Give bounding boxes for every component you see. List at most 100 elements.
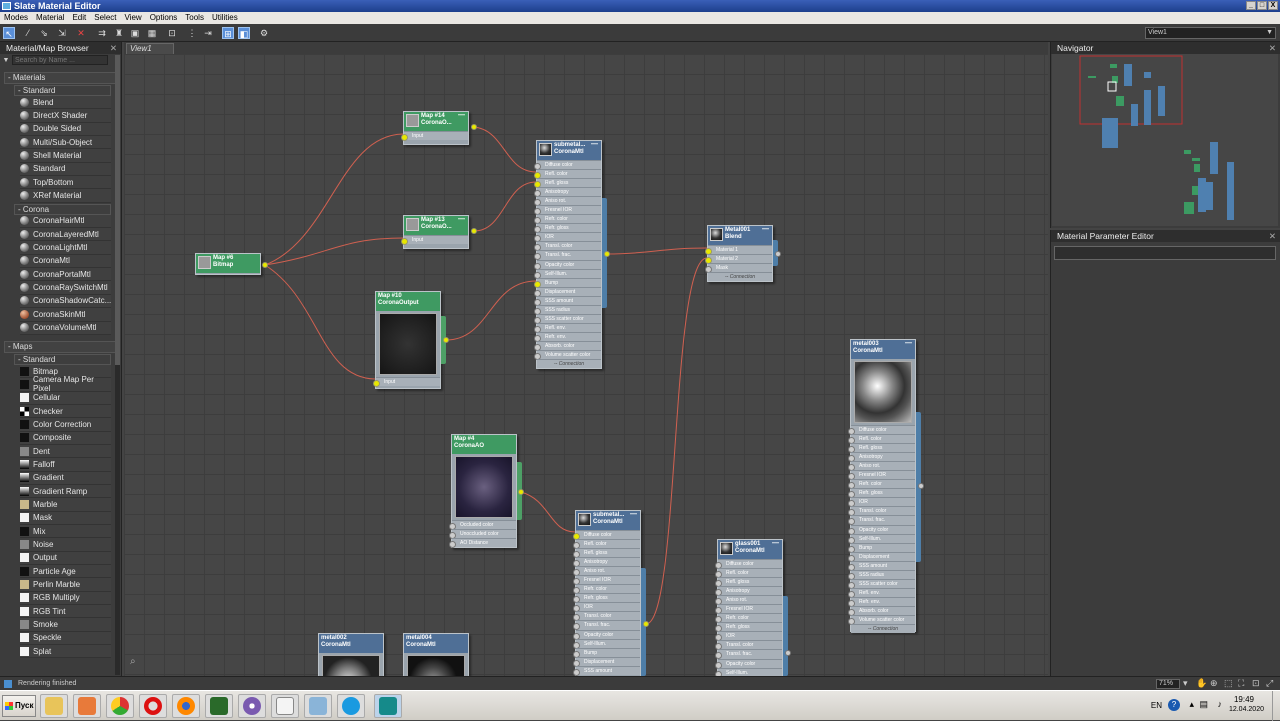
corona-material-item[interactable]: CoronaRaySwitchMtl (20, 281, 111, 295)
slot-absorb-color[interactable]: Absorb. color (534, 340, 601, 351)
slot-refl-gloss[interactable]: Refl. gloss (715, 577, 782, 588)
menu-select[interactable]: Select (90, 12, 120, 24)
slot-refr-gloss[interactable]: Refr. gloss (848, 488, 915, 499)
slot-aniso-rot[interactable]: Aniso rot. (848, 461, 915, 472)
map-item[interactable]: Particle Age (20, 565, 111, 579)
menu-utilities[interactable]: Utilities (208, 12, 242, 24)
map-item[interactable]: Mix (20, 524, 111, 539)
menu-tools[interactable]: Tools (181, 12, 208, 24)
slot-mask[interactable]: Mask (705, 263, 772, 274)
map-item[interactable]: Checker (20, 404, 111, 419)
slot-input[interactable]: Input (401, 131, 468, 142)
corona-material-item[interactable]: CoronaPortalMtl (20, 268, 111, 282)
close-icon[interactable]: ✕ (110, 42, 117, 54)
explorer-icon[interactable] (40, 694, 68, 718)
node-map6[interactable]: Map #6 Bitmap (195, 253, 261, 275)
slot-transl-color[interactable]: Transl. color (534, 241, 601, 252)
slot-ior[interactable]: IOR (715, 631, 782, 642)
slot-diffuse-color[interactable]: Diffuse color (534, 160, 601, 171)
slot-fresnel-ior[interactable]: Fresnel IOR (715, 604, 782, 615)
node-metal003[interactable]: metal003 CoronaMtl — Diffuse color Refl. co… (848, 339, 916, 634)
node-glass001[interactable]: glass001 CoronaMtl — Diffuse color Refl. co… (715, 539, 783, 679)
map-item[interactable]: Output (20, 551, 111, 565)
map-item[interactable]: Dent (20, 444, 111, 459)
subgroup-corona[interactable]: - Corona (14, 203, 111, 215)
slot-transl-frac[interactable]: Transl. frac. (534, 250, 601, 261)
slot-refr-color[interactable]: Refr. color (848, 479, 915, 490)
slot-unoccluded-color[interactable]: Unoccluded color (449, 529, 516, 540)
node-map4[interactable]: Map #4 CoronaAO Occluded color Unoccluded … (449, 434, 517, 549)
tray-arrow-icon[interactable]: ▴ (1189, 699, 1194, 710)
node-metal002[interactable]: metal002 CoronaMtl (318, 633, 384, 685)
corona-material-item[interactable]: CoronaSkinMtl (20, 308, 111, 322)
slot-transl-color[interactable]: Transl. color (715, 640, 782, 651)
slot-input[interactable]: Input (401, 235, 468, 246)
slot-sss-amount[interactable]: SSS amount (573, 665, 640, 676)
slot-ior[interactable]: IOR (573, 602, 640, 613)
corona-material-item[interactable]: CoronaVolumeMtl (20, 321, 111, 335)
terminal-icon[interactable] (205, 694, 233, 718)
slot-displacement[interactable]: Displacement (534, 286, 601, 297)
node-metal001[interactable]: Metal001 Blend — Material 1 Material 2 Mask … (705, 225, 773, 282)
app-swirl-icon[interactable] (238, 694, 266, 718)
slot-self-illum[interactable]: Self-Illum. (573, 638, 640, 649)
slot-sss-radius[interactable]: SSS radius (848, 569, 915, 580)
slot-refr-color[interactable]: Refr. color (573, 584, 640, 595)
group-materials[interactable]: - Materials (4, 72, 117, 84)
start-button[interactable]: Пуск (2, 695, 36, 717)
clock-time[interactable]: 19:49 (1234, 695, 1254, 704)
slot-transl-color[interactable]: Transl. color (848, 506, 915, 517)
notes-icon[interactable] (304, 694, 332, 718)
node-map10[interactable]: Map #10 CoronaOutput Input (373, 291, 441, 389)
slot-occluded-color[interactable]: Occluded color (449, 520, 516, 531)
pan-icon[interactable]: ✋ (1196, 677, 1207, 690)
move-children-icon[interactable]: ⇉ (96, 27, 108, 39)
menu-modes[interactable]: Modes (0, 12, 32, 24)
node-submetal2[interactable]: submetal... CoronaMtl — Diffuse color Refl.… (573, 510, 641, 680)
collapse-icon[interactable]: — (591, 141, 598, 148)
zoom-region-icon[interactable]: ⬚ (1224, 677, 1233, 690)
document-icon[interactable] (271, 694, 299, 718)
slot-diffuse-color[interactable]: Diffuse color (573, 530, 640, 541)
material-item[interactable]: Blend (20, 96, 111, 110)
subgroup-standard[interactable]: - Standard (14, 85, 111, 96)
slot-refr-gloss[interactable]: Refr. gloss (573, 593, 640, 604)
chrome-icon[interactable] (106, 694, 134, 718)
network-icon[interactable]: ▤ (1199, 699, 1208, 710)
delete-icon[interactable]: ✕ (75, 27, 87, 39)
slot-refl-color[interactable]: Refl. color (534, 169, 601, 180)
zoom-icon[interactable]: ⊕ (1210, 677, 1218, 690)
pick-material-icon[interactable]: ⁄ (22, 27, 34, 39)
output-socket[interactable] (471, 124, 477, 130)
corona-material-item[interactable]: CoronaShadowCatc... (20, 294, 111, 309)
slot-refr-env[interactable]: Refr. env. (848, 596, 915, 607)
maximize-button[interactable]: □ (1257, 1, 1267, 10)
show-map-icon[interactable]: ▣ (129, 27, 141, 39)
slot-transl-frac[interactable]: Transl. frac. (573, 620, 640, 631)
opera-icon[interactable] (139, 694, 167, 718)
view-dropdown[interactable]: View1 ▼ (1145, 27, 1276, 39)
subgroup-maps-standard[interactable]: - Standard (14, 353, 111, 365)
collapse-icon[interactable]: — (905, 340, 912, 347)
map-item[interactable]: Noise (20, 538, 111, 552)
layout-mode-icon[interactable]: ⊞ (222, 27, 234, 39)
node-map14[interactable]: Map #14 CoronaO... — Input (401, 111, 469, 145)
menu-material[interactable]: Material (32, 12, 68, 24)
close-icon[interactable]: ✕ (1269, 42, 1276, 54)
scrollbar-thumb[interactable] (115, 55, 120, 365)
slot-opacity-color[interactable]: Opacity color (848, 524, 915, 535)
material-item[interactable]: Top/Bottom (20, 176, 111, 190)
slot-refl-env[interactable]: Refl. env. (848, 587, 915, 598)
map-item[interactable]: Mask (20, 511, 111, 525)
zoom-field[interactable]: 71% (1156, 679, 1180, 689)
put-to-scene-icon[interactable]: ⇘ (38, 27, 50, 39)
slot-bump[interactable]: Bump (573, 647, 640, 658)
slot-input[interactable]: Input (373, 377, 440, 388)
slot-anisotropy[interactable]: Anisotropy (715, 586, 782, 597)
map-item[interactable]: Speckle (20, 631, 111, 646)
output-socket[interactable] (785, 650, 791, 656)
show-desktop-button[interactable] (1272, 691, 1278, 721)
skype-icon[interactable] (337, 694, 365, 718)
firefox-icon[interactable] (172, 694, 200, 718)
slot-diffuse-color[interactable]: Diffuse color (715, 559, 782, 570)
